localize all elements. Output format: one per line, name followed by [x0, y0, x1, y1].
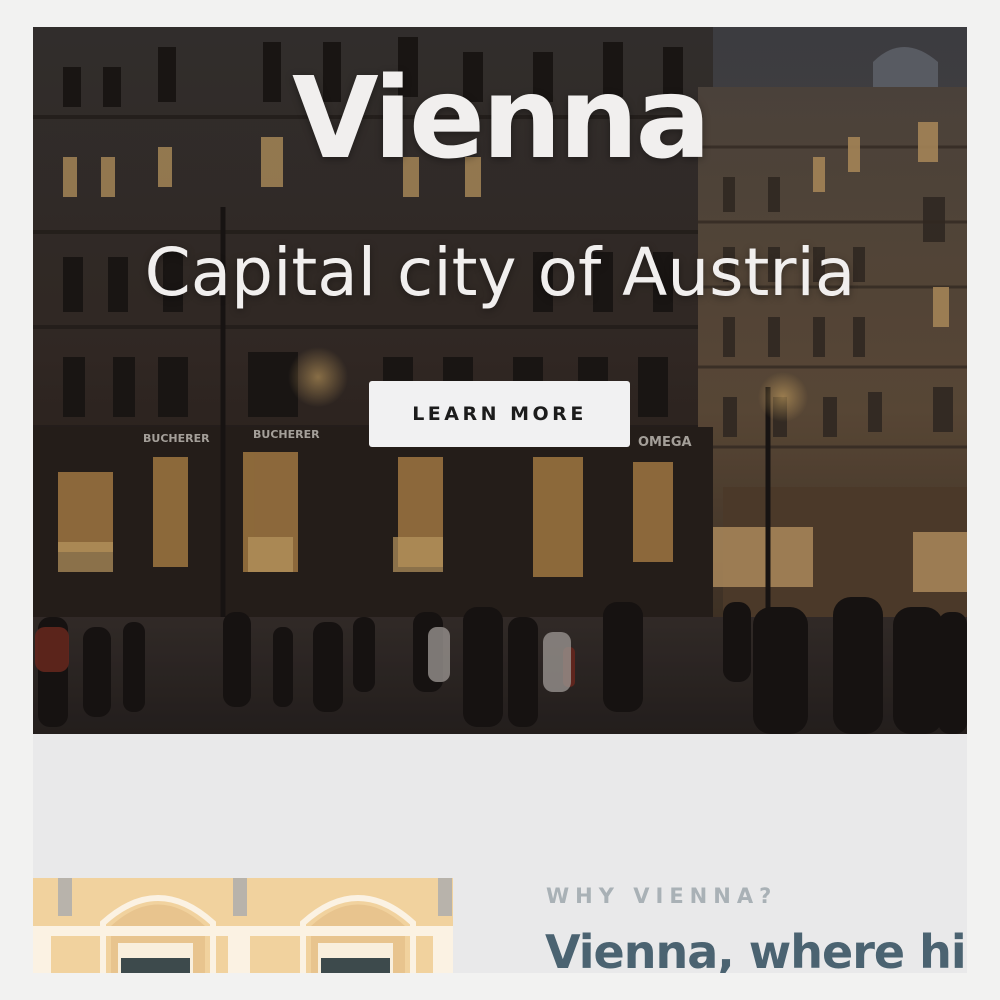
section-heading: Vienna, where history meets — [545, 925, 967, 973]
page-frame: BUCHERER BUCHERER OMEGA Vienna Capital c… — [33, 27, 967, 973]
facade-image — [33, 878, 453, 973]
learn-more-button[interactable]: LEARN MORE — [369, 381, 630, 447]
hero-title: Vienna — [291, 54, 711, 184]
why-vienna-section: WHY VIENNA? Vienna, where history meets — [33, 734, 967, 973]
section-eyebrow: WHY VIENNA? — [546, 884, 778, 908]
hero-subtitle: Capital city of Austria — [144, 234, 856, 311]
hero-section: BUCHERER BUCHERER OMEGA Vienna Capital c… — [33, 27, 967, 734]
section-image — [33, 878, 453, 973]
